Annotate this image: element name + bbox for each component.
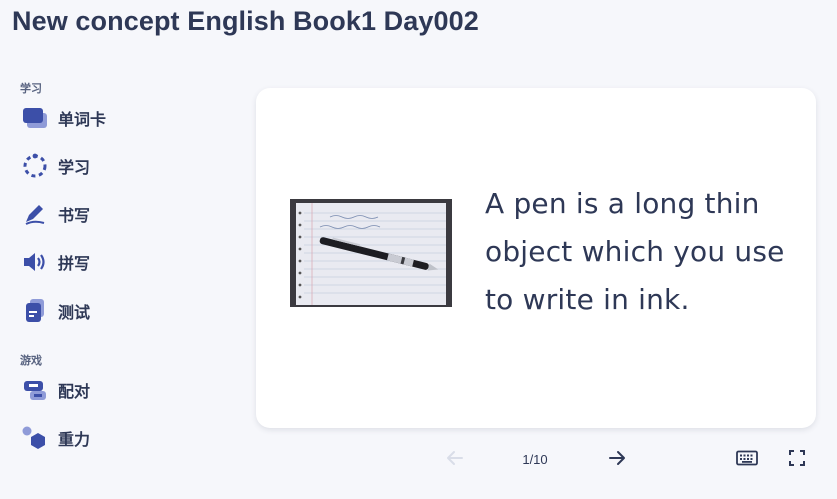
sidebar-item-write[interactable]: 书写	[20, 197, 220, 231]
flashcard[interactable]: A pen is a long thin object which you us…	[256, 88, 816, 428]
previous-button[interactable]	[440, 440, 470, 480]
sidebar-item-spell[interactable]: 拼写	[20, 245, 220, 279]
sidebar-item-label: 配对	[58, 382, 91, 401]
test-icon	[20, 296, 50, 326]
flashcards-icon	[20, 103, 50, 133]
keyboard-icon	[736, 450, 758, 471]
card-image	[290, 199, 452, 307]
arrow-right-icon	[607, 448, 627, 473]
section-label-study: 学习	[20, 83, 42, 95]
sidebar-item-label: 书写	[58, 206, 91, 225]
fullscreen-icon	[788, 449, 806, 472]
sidebar-item-match[interactable]: 配对	[20, 373, 220, 407]
sidebar-item-test[interactable]: 测试	[20, 294, 220, 328]
keyboard-shortcuts-button[interactable]	[733, 440, 761, 480]
spell-icon	[20, 247, 50, 277]
sidebar-item-flashcards[interactable]: 单词卡	[20, 101, 220, 135]
fullscreen-button[interactable]	[783, 440, 811, 480]
next-button[interactable]	[602, 440, 632, 480]
sidebar-item-label: 拼写	[58, 254, 91, 273]
sidebar-item-label: 测试	[58, 303, 91, 322]
write-icon	[20, 199, 50, 229]
card-definition: A pen is a long thin object which you us…	[485, 187, 785, 316]
card-counter: 1/10	[522, 452, 548, 467]
sidebar: 学习 单词卡 学习 书写 拼写 测试 游戏 配对 重力	[0, 0, 240, 499]
sidebar-item-label: 学习	[58, 158, 91, 177]
sidebar-item-learn[interactable]: 学习	[20, 149, 220, 183]
match-icon	[20, 375, 50, 405]
card-controls: 1/10	[0, 440, 837, 480]
learn-icon	[20, 151, 50, 181]
arrow-left-icon	[445, 448, 465, 473]
section-label-games: 游戏	[20, 355, 42, 367]
sidebar-item-label: 单词卡	[58, 110, 107, 129]
